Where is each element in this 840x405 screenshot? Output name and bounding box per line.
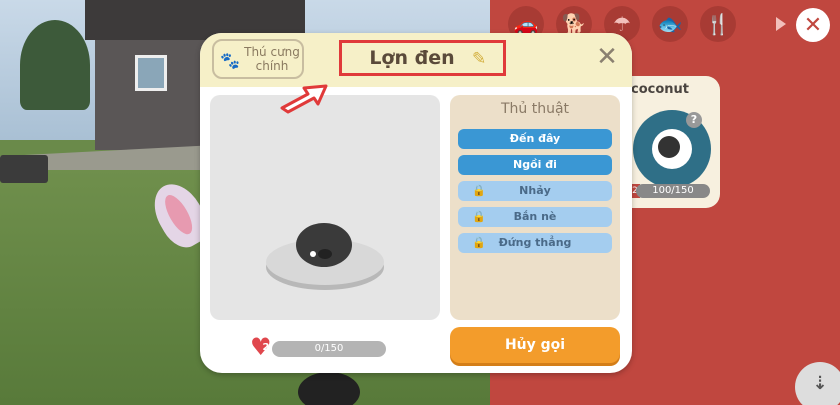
pencil-icon[interactable]: ✎ [472,49,486,69]
trick-button[interactable]: Ngồi đi [458,155,612,175]
pet-name-box[interactable]: Lợn đen ✎ [339,40,506,76]
lock-icon: 🔒 [472,236,486,249]
fish-icon[interactable]: 🐟 [652,6,688,42]
tricks-panel: Thủ thuật Đến đây Ngồi đi 🔒 Nhảy 🔒 Bắn nè … [450,95,620,320]
main-pet-tab-label: Thú cưng chính [244,45,300,73]
hearts-progress: 0/150 ♥ 2 [250,333,386,361]
hearts-level: 2 [262,342,270,353]
house-window [135,55,167,91]
close-icon[interactable]: ✕ [796,8,830,42]
cancel-summon-button[interactable]: Hủy gọi [450,327,620,363]
play-icon[interactable] [776,17,786,31]
pet-name-title: Lợn đen [369,47,455,69]
bench [0,155,48,183]
close-icon[interactable]: ✕ [592,43,622,73]
trick-button-locked[interactable]: 🔒 Đứng thẳng [458,233,612,253]
main-pet-tab[interactable]: 🐾 Thú cưng chính [212,39,304,79]
pet-dialog: 🐾 Thú cưng chính Lợn đen ✎ ✕ Thủ thuật Đ… [200,33,632,373]
tricks-title: Thủ thuật [500,101,570,117]
pet-preview [210,95,440,320]
paw-icon: 🐾 [220,51,240,70]
lock-icon: 🔒 [472,184,486,197]
food-icon[interactable]: 🍴 [700,6,736,42]
pet-card-progress: 100/150 [636,184,710,198]
trick-button-locked[interactable]: 🔒 Bắn nè [458,207,612,227]
trick-button-locked[interactable]: 🔒 Nhảy [458,181,612,201]
lock-icon: 🔒 [472,210,486,223]
hearts-bar: 0/150 [272,341,386,357]
pet-model [296,223,352,267]
trick-button[interactable]: Đến đây [458,129,612,149]
sort-icon[interactable]: ⇣ [795,362,840,405]
pet-character [298,372,360,405]
arrow-icon [280,84,328,114]
help-icon[interactable]: ? [686,112,702,128]
tree [20,20,90,110]
